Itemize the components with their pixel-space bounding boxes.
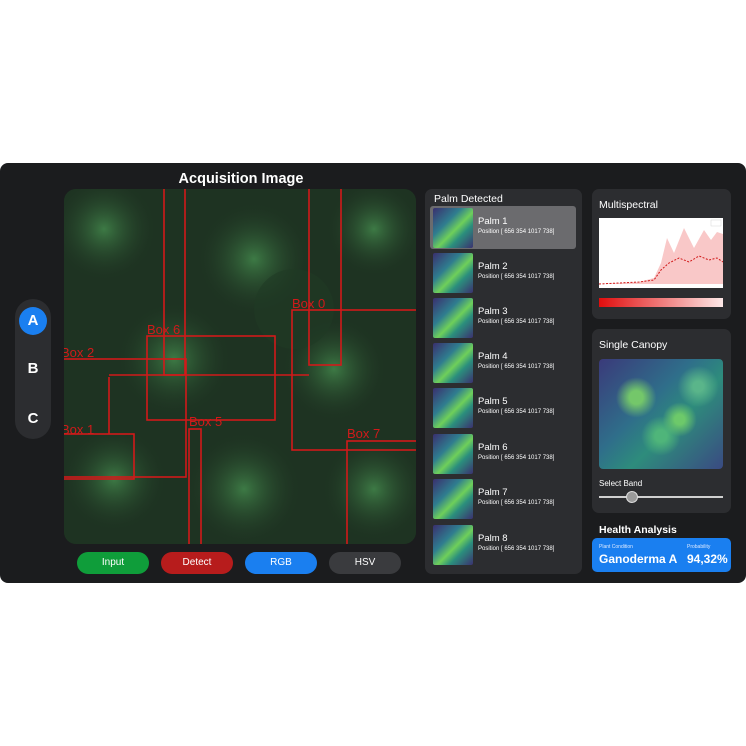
palm-thumbnail xyxy=(433,525,473,565)
palm-list-item[interactable]: Palm 2 Position [ 656 354 1017 738] xyxy=(430,251,576,294)
palm-list-item[interactable]: Palm 8 Position [ 656 354 1017 738] xyxy=(430,523,576,566)
palm-panel-title: Palm Detected xyxy=(434,193,503,205)
health-analysis-title: Health Analysis xyxy=(599,524,677,536)
hsv-button[interactable]: HSV xyxy=(329,552,401,574)
palm-thumbnail xyxy=(433,434,473,474)
band-slider-track[interactable] xyxy=(599,496,723,498)
palm-name: Palm 4 xyxy=(478,351,508,362)
palm-name: Palm 3 xyxy=(478,306,508,317)
single-canopy-panel: Single Canopy Select Band xyxy=(592,329,731,513)
palm-position: Position [ 656 354 1017 738] xyxy=(478,229,555,235)
plant-condition-value: Ganoderma A xyxy=(599,552,678,566)
palm-name: Palm 5 xyxy=(478,396,508,407)
palm-list-item[interactable]: Palm 4 Position [ 656 354 1017 738] xyxy=(430,341,576,384)
palm-thumbnail xyxy=(433,298,473,338)
plant-condition-label: Plant Condition xyxy=(599,544,633,550)
probability-label: Probability xyxy=(687,544,711,550)
plot-legend xyxy=(710,219,722,227)
palm-position: Position [ 656 354 1017 738] xyxy=(478,546,555,552)
box-1-label: Box 1 xyxy=(64,422,94,437)
box-5-label: Box 5 xyxy=(189,414,222,429)
box-7-label: Box 7 xyxy=(347,426,380,441)
input-button[interactable]: Input xyxy=(77,552,149,574)
palm-position: Position [ 656 354 1017 738] xyxy=(478,455,555,461)
detection-overlay: Box 0 Box 6 Box 2 Box 5 Box 1 Box 7 xyxy=(64,189,416,544)
palm-list-item[interactable]: Palm 1 Position [ 656 354 1017 738] xyxy=(430,206,576,249)
mode-selector: A B C xyxy=(15,299,51,439)
mode-c-button[interactable]: C xyxy=(19,405,47,433)
palm-name: Palm 1 xyxy=(478,216,508,227)
spectral-plot xyxy=(599,218,723,307)
health-result-card: Plant Condition Ganoderma A Probability … xyxy=(592,538,731,572)
palm-list-item[interactable]: Palm 5 Position [ 656 354 1017 738] xyxy=(430,386,576,429)
box-0-label: Box 0 xyxy=(292,296,325,311)
palm-list-item[interactable]: Palm 7 Position [ 656 354 1017 738] xyxy=(430,477,576,520)
palm-thumbnail xyxy=(433,208,473,248)
palm-position: Position [ 656 354 1017 738] xyxy=(478,274,555,280)
rgb-button[interactable]: RGB xyxy=(245,552,317,574)
palm-thumbnail xyxy=(433,253,473,293)
multispectral-title: Multispectral xyxy=(599,199,658,211)
mode-a-button[interactable]: A xyxy=(19,307,47,335)
multispectral-panel: Multispectral xyxy=(592,189,731,319)
band-color-bar xyxy=(599,298,723,307)
mode-b-button[interactable]: B xyxy=(19,355,47,383)
palm-detected-panel: Palm Detected Palm 1 Position [ 656 354 … xyxy=(425,189,582,574)
select-band-label: Select Band xyxy=(599,479,643,488)
single-canopy-title: Single Canopy xyxy=(599,339,668,351)
palm-name: Palm 7 xyxy=(478,487,508,498)
palm-thumbnail xyxy=(433,343,473,383)
palm-thumbnail xyxy=(433,479,473,519)
palm-name: Palm 6 xyxy=(478,442,508,453)
box-2-label: Box 2 xyxy=(64,345,94,360)
band-slider-handle[interactable] xyxy=(626,491,638,503)
canopy-image xyxy=(599,359,723,469)
palm-list-item[interactable]: Palm 3 Position [ 656 354 1017 738] xyxy=(430,296,576,339)
detect-button[interactable]: Detect xyxy=(161,552,233,574)
acquisition-image: Box 0 Box 6 Box 2 Box 5 Box 1 Box 7 xyxy=(64,189,416,544)
palm-position: Position [ 656 354 1017 738] xyxy=(478,409,555,415)
palm-thumbnail xyxy=(433,388,473,428)
palm-position: Position [ 656 354 1017 738] xyxy=(478,500,555,506)
app-window: Acquisition Image A B C Box 0 Box 6 Box … xyxy=(0,163,746,583)
probability-value: 94,32% xyxy=(687,552,728,566)
palm-name: Palm 8 xyxy=(478,533,508,544)
palm-position: Position [ 656 354 1017 738] xyxy=(478,364,555,370)
box-6-label: Box 6 xyxy=(147,322,180,337)
palm-list-item[interactable]: Palm 6 Position [ 656 354 1017 738] xyxy=(430,432,576,475)
palm-name: Palm 2 xyxy=(478,261,508,272)
page-title: Acquisition Image xyxy=(178,171,304,187)
palm-position: Position [ 656 354 1017 738] xyxy=(478,319,555,325)
